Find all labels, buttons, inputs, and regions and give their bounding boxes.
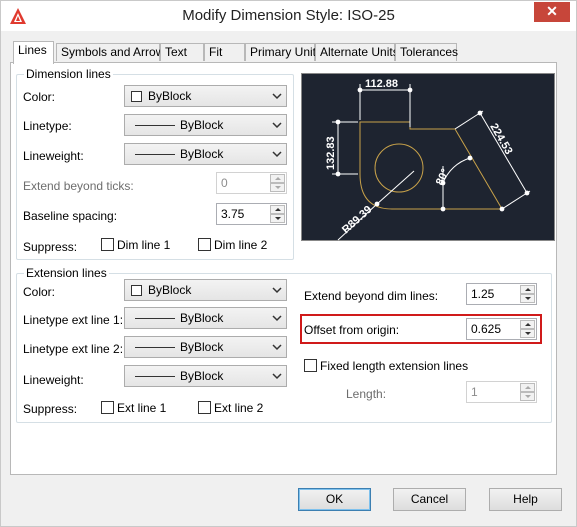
color-swatch — [131, 91, 142, 102]
ext-color-value: ByBlock — [148, 283, 192, 297]
spin-down-button[interactable] — [270, 214, 285, 223]
dim-linetype-value: ByBlock — [180, 118, 224, 132]
tab-lines[interactable]: Lines — [13, 41, 54, 64]
close-button[interactable]: ✕ — [534, 2, 570, 22]
linetype-sample — [135, 125, 175, 126]
spin-up-button[interactable] — [520, 320, 535, 329]
chevron-down-icon — [272, 287, 282, 294]
spin-down-button[interactable] — [270, 183, 285, 192]
dim-label-left: 132.83 — [325, 136, 337, 170]
fixed-length-checkbox[interactable] — [304, 359, 317, 372]
extend-beyond-dim-lines-label: Extend beyond dim lines: — [304, 289, 439, 303]
tab-primary-units[interactable]: Primary Units — [245, 43, 322, 61]
extend-beyond-ticks-spinner[interactable]: 0 — [216, 172, 287, 194]
baseline-spacing-label: Baseline spacing: — [23, 209, 118, 223]
dim-label-angle: 80° — [434, 167, 452, 187]
linetype-ext-line-2-label: Linetype ext line 2: — [23, 342, 124, 356]
chevron-down-icon — [272, 315, 282, 322]
window-title: Modify Dimension Style: ISO-25 — [182, 7, 395, 24]
dim-line-2-checkbox[interactable] — [198, 238, 211, 251]
length-value: 1 — [471, 385, 478, 399]
chevron-down-icon — [272, 373, 282, 380]
linetype-ext-line-1-label: Linetype ext line 1: — [23, 313, 124, 327]
ext-lineweight-select[interactable]: ByBlock — [124, 365, 287, 387]
ext-lineweight-value: ByBlock — [180, 369, 224, 383]
extend-beyond-dim-lines-value: 1.25 — [471, 287, 495, 301]
spin-up-button[interactable] — [520, 285, 535, 294]
chevron-down-icon — [272, 93, 282, 100]
cancel-button[interactable]: Cancel — [393, 488, 466, 511]
spin-down-button[interactable] — [520, 294, 535, 303]
lineweight-sample — [135, 376, 175, 377]
dimension-lines-group-label: Dimension lines — [24, 67, 113, 81]
dialog-window: Modify Dimension Style: ISO-25 ✕ Lines S… — [0, 0, 577, 527]
dim-line-1-checkbox[interactable] — [101, 238, 114, 251]
baseline-spacing-spinner[interactable]: 3.75 — [216, 203, 287, 225]
spin-up-button[interactable] — [520, 383, 535, 392]
length-label: Length: — [346, 387, 387, 401]
dim-suppress-label: Suppress: — [23, 240, 78, 254]
ext-line-1-checkbox[interactable] — [101, 401, 114, 414]
extend-beyond-dim-lines-spinner[interactable]: 1.25 — [466, 283, 537, 305]
tab-symbols-and-arrows[interactable]: Symbols and Arrows — [56, 43, 170, 61]
dim-color-value: ByBlock — [148, 89, 192, 103]
spin-down-button[interactable] — [520, 392, 535, 401]
dim-linetype-select[interactable]: ByBlock — [124, 114, 287, 136]
dim-color-label: Color: — [23, 90, 56, 104]
linetype-sample — [135, 318, 175, 319]
linetype-ext-line-1-value: ByBlock — [180, 311, 224, 325]
ext-line-2-checkbox[interactable] — [198, 401, 211, 414]
ext-color-select[interactable]: ByBlock — [124, 279, 287, 301]
chevron-down-icon — [272, 344, 282, 351]
tab-text[interactable]: Text — [160, 43, 204, 61]
offset-from-origin-label: Offset from origin: — [304, 323, 400, 337]
spin-up-button[interactable] — [270, 174, 285, 183]
offset-from-origin-value: 0.625 — [471, 322, 502, 336]
color-swatch — [131, 285, 142, 296]
linetype-ext-line-2-select[interactable]: ByBlock — [124, 336, 287, 358]
ext-color-label: Color: — [23, 285, 56, 299]
dim-color-select[interactable]: ByBlock — [124, 85, 287, 107]
baseline-spacing-value: 3.75 — [221, 207, 245, 221]
extend-beyond-ticks-label: Extend beyond ticks: — [23, 179, 134, 193]
extend-beyond-ticks-value: 0 — [221, 176, 228, 190]
dim-line-1-label: Dim line 1 — [117, 238, 171, 252]
linetype-sample — [135, 347, 175, 348]
offset-from-origin-spinner[interactable]: 0.625 — [466, 318, 537, 340]
ext-lineweight-label: Lineweight: — [23, 373, 84, 387]
dim-label-right: 224.53 — [487, 122, 514, 157]
dim-label-top: 112.88 — [365, 78, 398, 90]
lineweight-sample — [135, 154, 175, 155]
tab-tolerances[interactable]: Tolerances — [395, 43, 458, 61]
help-button[interactable]: Help — [489, 488, 562, 511]
title-bar: Modify Dimension Style: ISO-25 ✕ — [1, 1, 576, 31]
dim-lineweight-label: Lineweight: — [23, 149, 84, 163]
dim-label-radius: R89.39 — [340, 204, 374, 237]
chevron-down-icon — [272, 122, 282, 129]
dim-lineweight-value: ByBlock — [180, 147, 224, 161]
tab-alternate-units[interactable]: Alternate Units — [315, 43, 399, 61]
ext-line-1-label: Ext line 1 — [117, 401, 167, 415]
fixed-length-label: Fixed length extension lines — [320, 359, 469, 373]
lines-tab-page: Dimension lines Color: ByBlock Linetype:… — [10, 62, 557, 475]
tab-fit[interactable]: Fit — [204, 43, 245, 61]
spin-up-button[interactable] — [270, 205, 285, 214]
ext-suppress-label: Suppress: — [23, 402, 78, 416]
spin-down-button[interactable] — [520, 329, 535, 338]
linetype-ext-line-2-value: ByBlock — [180, 340, 224, 354]
preview-drawing: 112.88 132.83 224.53 R89.39 80° — [325, 78, 531, 241]
preview-geometry — [359, 121, 503, 210]
length-spinner[interactable]: 1 — [466, 381, 537, 403]
ext-line-2-label: Ext line 2 — [214, 401, 264, 415]
linetype-ext-line-1-select[interactable]: ByBlock — [124, 307, 287, 329]
dim-lineweight-select[interactable]: ByBlock — [124, 143, 287, 165]
ok-button[interactable]: OK — [298, 488, 371, 511]
dimension-preview: 112.88 132.83 224.53 R89.39 80° — [301, 73, 555, 241]
dim-line-2-label: Dim line 2 — [214, 238, 268, 252]
dim-linetype-label: Linetype: — [23, 119, 72, 133]
chevron-down-icon — [272, 151, 282, 158]
extension-lines-group-label: Extension lines — [24, 266, 109, 280]
